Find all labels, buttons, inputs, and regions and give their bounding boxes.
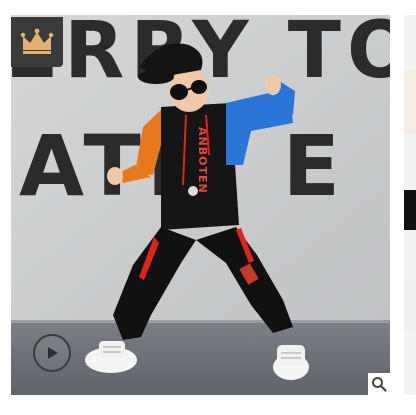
photo-scene: ERRY TO ATIE E (11, 15, 390, 395)
thumbnail-3[interactable] (404, 280, 416, 330)
zoom-button[interactable] (368, 373, 390, 395)
product-image-viewer: ERRY TO ATIE E (0, 0, 416, 415)
product-photo[interactable]: ERRY TO ATIE E (11, 15, 390, 395)
thumbnail-2[interactable] (404, 190, 416, 230)
thumbnail-1[interactable] (404, 70, 416, 134)
crown-icon (20, 28, 54, 54)
video-play-button[interactable] (33, 334, 71, 372)
magnifier-icon (372, 377, 387, 392)
play-icon (48, 347, 58, 359)
brand-badge (11, 17, 63, 67)
